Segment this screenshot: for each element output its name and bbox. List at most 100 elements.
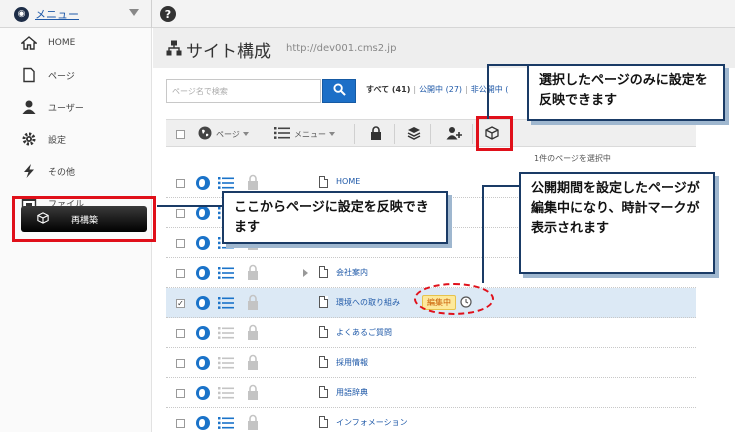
table-row[interactable]: 用語辞典 — [166, 378, 696, 408]
callout-rebuild: ここからページに設定を反映できます — [222, 191, 448, 244]
page-dropdown-label: ページ — [216, 129, 240, 139]
user-icon — [20, 98, 38, 116]
row-checkbox[interactable] — [176, 389, 185, 398]
page-status-dropdown[interactable]: ページ — [198, 120, 249, 148]
row-checkbox[interactable]: ✓ — [176, 299, 185, 308]
callout-leader-line — [482, 185, 519, 187]
filter-all[interactable]: すべて (41) — [366, 85, 410, 94]
list-icon[interactable] — [218, 387, 234, 399]
page-title-link[interactable]: 会社案内 — [336, 267, 368, 278]
page-icon — [319, 326, 328, 338]
list-icon[interactable] — [218, 357, 234, 369]
search-input[interactable] — [166, 79, 321, 103]
callout-leader-line — [157, 205, 222, 207]
page-title-link[interactable]: 環境への取り組み — [336, 297, 400, 308]
row-checkbox[interactable] — [176, 419, 185, 428]
callout-editing: 公開期間を設定したページが編集中になり、時計マークが表示されます — [519, 172, 715, 274]
sidebar-item-label: ユーザー — [48, 103, 84, 114]
globe-icon[interactable] — [196, 206, 210, 220]
menu-dropdown[interactable]: メニュー — [274, 120, 335, 148]
globe-icon: ◉ — [14, 6, 29, 22]
selected-count: 1件のページを選択中 — [534, 154, 611, 163]
lock-icon[interactable] — [247, 174, 259, 190]
filter-separator: | — [465, 85, 468, 94]
list-icon[interactable] — [218, 267, 234, 279]
toolbar-divider — [354, 124, 355, 144]
lock-icon[interactable] — [247, 264, 259, 280]
callout-leader-line — [482, 185, 484, 283]
sidebar-item-user[interactable]: ユーザー — [0, 92, 152, 122]
sidebar-item-page[interactable]: ページ — [0, 60, 152, 90]
rebuild-button[interactable]: 再構築 — [21, 206, 147, 232]
page-header: サイト構成 http://dev001.cms2.jp — [153, 28, 735, 68]
sidebar-item-home[interactable]: HOME — [0, 28, 152, 58]
toolbar-divider — [472, 124, 473, 144]
lock-icon[interactable] — [247, 354, 259, 370]
page-title-link[interactable]: よくあるご質問 — [336, 327, 392, 338]
sidebar-item-label: 設定 — [48, 135, 67, 146]
list-icon[interactable] — [218, 297, 234, 309]
row-checkbox[interactable] — [176, 359, 185, 368]
toolbar-divider — [394, 124, 395, 144]
search-button[interactable] — [322, 79, 356, 103]
row-checkbox[interactable] — [176, 329, 185, 338]
menu-label[interactable]: メニュー — [35, 6, 79, 22]
lock-icon[interactable] — [247, 294, 259, 310]
filter-unpublished[interactable]: 非公開中 ( — [471, 85, 509, 94]
callout-leader-line — [487, 64, 489, 119]
lock-icon[interactable] — [247, 384, 259, 400]
globe-icon[interactable] — [196, 416, 210, 430]
lock-icon — [370, 125, 382, 143]
expand-arrow-icon[interactable] — [303, 269, 308, 277]
page-icon — [20, 66, 38, 84]
page-title-link[interactable]: 用語辞典 — [336, 387, 368, 398]
lock-icon[interactable] — [247, 414, 259, 430]
sidebar-item-other[interactable]: その他 — [0, 156, 152, 186]
sidebar-item-settings[interactable]: 設定 — [0, 124, 152, 154]
page-title-link[interactable]: 採用情報 — [336, 357, 368, 368]
globe-icon[interactable] — [196, 176, 210, 190]
row-checkbox[interactable] — [176, 179, 185, 188]
help-icon[interactable]: ? — [160, 6, 176, 22]
page-title-link[interactable]: HOME — [336, 177, 360, 186]
row-checkbox[interactable] — [176, 209, 185, 218]
filter-published[interactable]: 公開中 (27) — [419, 85, 462, 94]
callout-sync-selected: 選択したページのみに設定を反映できます — [527, 64, 725, 121]
list-icon[interactable] — [218, 417, 234, 429]
lightning-icon — [20, 162, 38, 180]
site-url: http://dev001.cms2.jp — [286, 43, 397, 54]
search-icon — [332, 83, 346, 99]
sync-button-highlight — [476, 116, 513, 151]
table-row[interactable]: よくあるご質問 — [166, 318, 696, 348]
table-row[interactable]: インフォメーション — [166, 408, 696, 432]
globe-icon[interactable] — [196, 296, 210, 310]
add-user-button[interactable] — [446, 120, 462, 148]
globe-icon[interactable] — [196, 266, 210, 280]
page-icon — [319, 296, 328, 308]
chevron-down-icon[interactable] — [129, 9, 139, 16]
layers-button[interactable] — [407, 120, 421, 148]
table-row[interactable]: 採用情報 — [166, 348, 696, 378]
menu-toggle[interactable]: ◉ メニュー — [0, 0, 152, 28]
select-all-checkbox[interactable] — [176, 120, 185, 148]
page-icon — [319, 356, 328, 368]
sidebar-item-label: ページ — [48, 71, 75, 82]
globe-icon[interactable] — [196, 356, 210, 370]
lock-button[interactable] — [370, 120, 382, 148]
row-checkbox[interactable] — [176, 239, 185, 248]
globe-icon[interactable] — [196, 236, 210, 250]
row-checkbox[interactable] — [176, 269, 185, 278]
filter-separator: | — [413, 85, 417, 94]
page-title: サイト構成 — [186, 42, 271, 62]
page-icon — [319, 416, 328, 428]
home-icon — [20, 34, 38, 52]
page-icon — [319, 266, 328, 278]
globe-icon[interactable] — [196, 326, 210, 340]
page-icon — [319, 386, 328, 398]
checkbox[interactable] — [176, 129, 185, 139]
page-title-link[interactable]: インフォメーション — [336, 417, 408, 428]
lock-icon[interactable] — [247, 324, 259, 340]
globe-icon[interactable] — [196, 386, 210, 400]
list-icon[interactable] — [218, 327, 234, 339]
list-icon[interactable] — [218, 177, 234, 189]
